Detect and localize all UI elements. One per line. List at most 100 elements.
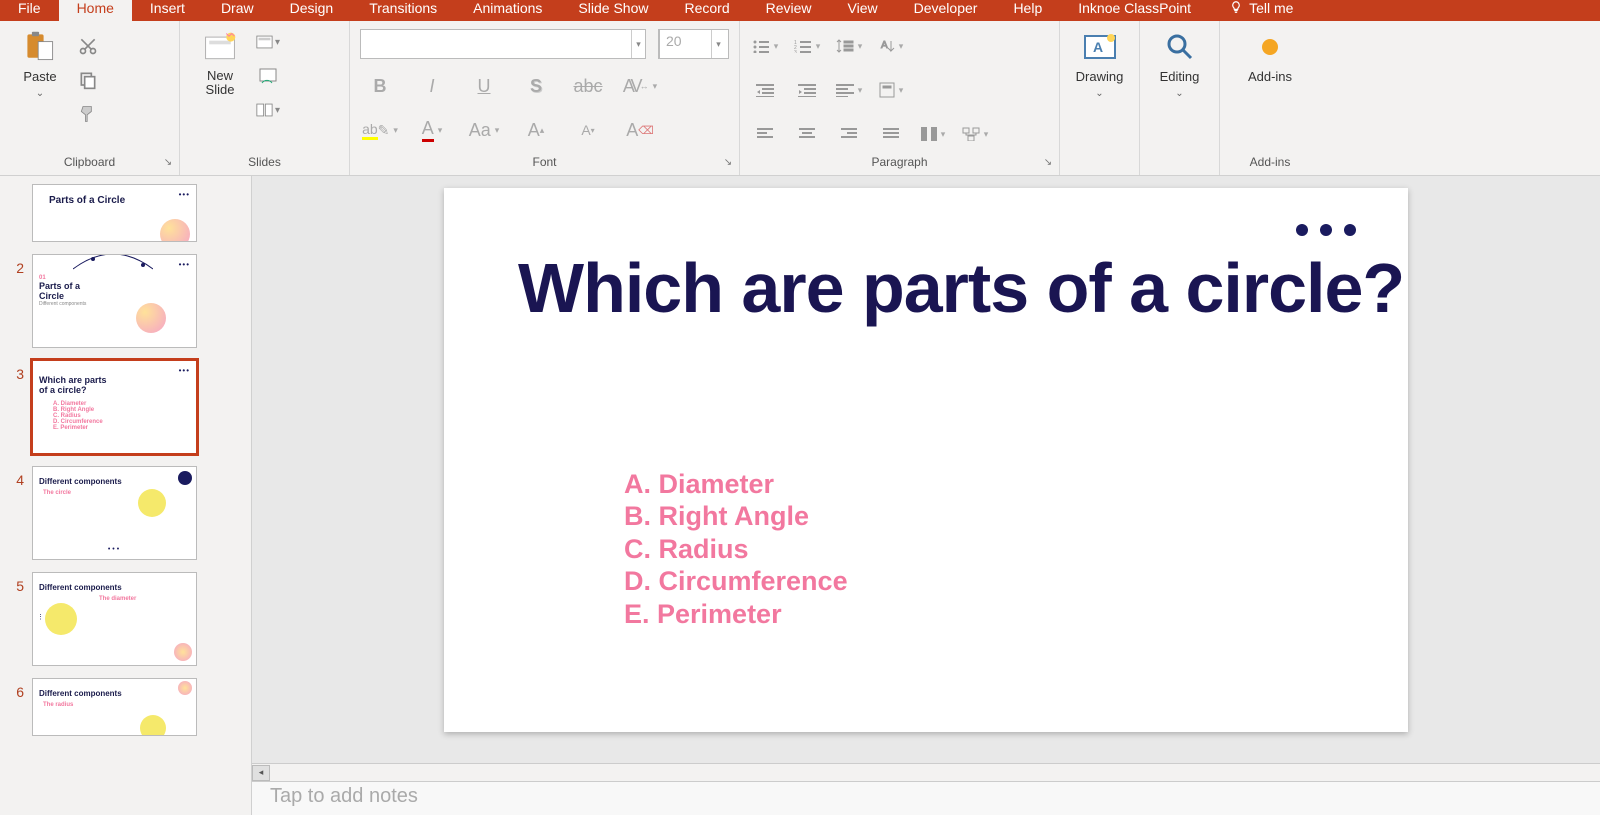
tab-view[interactable]: View <box>830 0 896 21</box>
chevron-down-icon[interactable]: ▾ <box>631 30 645 58</box>
tab-review[interactable]: Review <box>748 0 830 21</box>
addins-button[interactable]: Add-ins <box>1240 29 1300 84</box>
font-color-button[interactable]: A▾ <box>412 113 452 147</box>
gradient-circle-icon <box>174 643 192 661</box>
bullets-button[interactable]: ▾ <box>750 29 780 63</box>
format-painter-button[interactable] <box>76 103 100 125</box>
yellow-circle-icon <box>140 715 166 736</box>
svg-text:A: A <box>1093 39 1103 55</box>
underline-button[interactable]: U <box>464 69 504 103</box>
tab-record[interactable]: Record <box>666 0 747 21</box>
scroll-left-icon[interactable]: ◂ <box>252 765 270 781</box>
layout-button[interactable] <box>256 31 280 53</box>
search-icon <box>1162 29 1198 65</box>
editing-button[interactable]: Editing ⌄ <box>1150 29 1209 99</box>
paragraph-launcher-icon[interactable]: ↘ <box>1041 155 1055 169</box>
tab-design[interactable]: Design <box>272 0 352 21</box>
italic-button[interactable]: I <box>412 69 452 103</box>
slide-answers[interactable]: A. Diameter B. Right Angle C. Radius D. … <box>624 468 848 630</box>
change-case-button[interactable]: Aa▾ <box>464 113 504 147</box>
paste-button[interactable]: Paste ⌄ <box>10 29 70 99</box>
yellow-circle-icon <box>138 489 166 517</box>
dots-icon: ••• <box>179 260 190 269</box>
thumb-title: Different components <box>39 583 190 592</box>
tab-developer[interactable]: Developer <box>896 0 996 21</box>
tab-transitions[interactable]: Transitions <box>351 0 455 21</box>
horizontal-scrollbar[interactable]: ◂ <box>252 763 1600 781</box>
group-addins: Add-ins Add-ins <box>1220 21 1320 175</box>
strikethrough-button[interactable]: abc <box>568 69 608 103</box>
columns-button[interactable]: ▾ <box>918 117 948 151</box>
decrease-indent-button[interactable] <box>750 73 780 107</box>
gradient-circle-icon <box>136 303 166 333</box>
font-size-input[interactable]: 20 <box>659 30 711 58</box>
font-name-input[interactable] <box>361 30 631 58</box>
chevron-down-icon: ⌄ <box>1095 88 1103 99</box>
addins-icon <box>1252 29 1288 65</box>
align-text-button[interactable]: ▾ <box>834 73 864 107</box>
char-spacing-button[interactable]: AV↔▾ <box>620 69 660 103</box>
font-launcher-icon[interactable]: ↘ <box>721 155 735 169</box>
reset-button[interactable] <box>256 65 280 87</box>
thumb-number <box>10 184 24 190</box>
chevron-down-icon[interactable]: ▾ <box>711 30 725 58</box>
tab-home[interactable]: Home <box>59 0 132 21</box>
grow-font-button[interactable]: A▴ <box>516 113 556 147</box>
slide[interactable]: Which are parts of a circle? A. Diameter… <box>444 188 1408 732</box>
thumb-sub: The radius <box>43 702 190 708</box>
tab-insert[interactable]: Insert <box>132 0 203 21</box>
slide-title[interactable]: Which are parts of a circle? <box>518 248 1404 329</box>
clear-formatting-button[interactable]: A⌫ <box>620 113 660 147</box>
drawing-icon: A <box>1082 29 1118 65</box>
bold-button[interactable]: B <box>360 69 400 103</box>
tab-tellme[interactable]: Tell me <box>1219 0 1303 16</box>
font-label: Font <box>360 151 729 173</box>
tab-classpoint[interactable]: Inknoe ClassPoint <box>1060 0 1209 21</box>
thumb-slide-6[interactable]: Different components The radius <box>32 678 197 736</box>
numbering-button[interactable]: 123▾ <box>792 29 822 63</box>
answer-b: B. Right Angle <box>624 500 848 532</box>
line-spacing-button[interactable]: ▾ <box>834 29 864 63</box>
text-direction-button[interactable]: A▾ <box>876 29 906 63</box>
thumb-slide-1[interactable]: Parts of a Circle ••• <box>32 184 197 242</box>
thumb-slide-4[interactable]: Different components The circle ••• <box>32 466 197 560</box>
tab-slideshow[interactable]: Slide Show <box>560 0 666 21</box>
paragraph-label: Paragraph <box>750 151 1049 173</box>
shrink-font-button[interactable]: A▾ <box>568 113 608 147</box>
thumb-number: 6 <box>10 678 24 700</box>
new-slide-button[interactable]: New Slide <box>190 29 250 98</box>
section-button[interactable] <box>256 99 280 121</box>
increase-indent-button[interactable] <box>792 73 822 107</box>
align-right-button[interactable] <box>834 117 864 151</box>
shadow-button[interactable]: S <box>516 69 556 103</box>
canvas[interactable]: Which are parts of a circle? A. Diameter… <box>252 176 1600 763</box>
drawing-button[interactable]: A Drawing ⌄ <box>1070 29 1129 99</box>
svg-text:A: A <box>881 40 888 51</box>
main-area: Parts of a Circle ••• 2 ••• 01 Parts of … <box>0 176 1600 815</box>
align-center-button[interactable] <box>792 117 822 151</box>
font-name-combo[interactable]: ▾ <box>360 29 646 59</box>
justify-button[interactable] <box>876 117 906 151</box>
paste-icon <box>22 29 58 65</box>
smartart-button[interactable]: ▾ <box>960 117 990 151</box>
tab-help[interactable]: Help <box>995 0 1060 21</box>
tab-draw[interactable]: Draw <box>203 0 272 21</box>
font-size-combo[interactable]: 20 ▾ <box>658 29 729 59</box>
align-vertical-button[interactable]: ▾ <box>876 73 906 107</box>
tab-file[interactable]: File <box>0 0 59 21</box>
thumb-sub: The diameter <box>99 596 190 602</box>
thumb-slide-3[interactable]: ••• Which are parts of a circle? A. Diam… <box>32 360 197 454</box>
clipboard-launcher-icon[interactable]: ↘ <box>161 155 175 169</box>
dots-icon: ⋮ <box>37 613 44 621</box>
thumb-title: Which are parts of a circle? <box>39 375 190 395</box>
ribbon: Paste ⌄ Clipboard ↘ <box>0 21 1600 176</box>
notes-pane[interactable]: Tap to add notes <box>252 781 1600 815</box>
tab-animations[interactable]: Animations <box>455 0 560 21</box>
cut-button[interactable] <box>76 35 100 57</box>
answer-d: D. Circumference <box>624 565 848 597</box>
copy-button[interactable] <box>76 69 100 91</box>
thumb-slide-2[interactable]: ••• 01 Parts of a Circle Different compo… <box>32 254 197 348</box>
align-left-button[interactable] <box>750 117 780 151</box>
highlight-button[interactable]: ab✎▾ <box>360 113 400 147</box>
thumb-slide-5[interactable]: Different components The diameter ⋮ <box>32 572 197 666</box>
